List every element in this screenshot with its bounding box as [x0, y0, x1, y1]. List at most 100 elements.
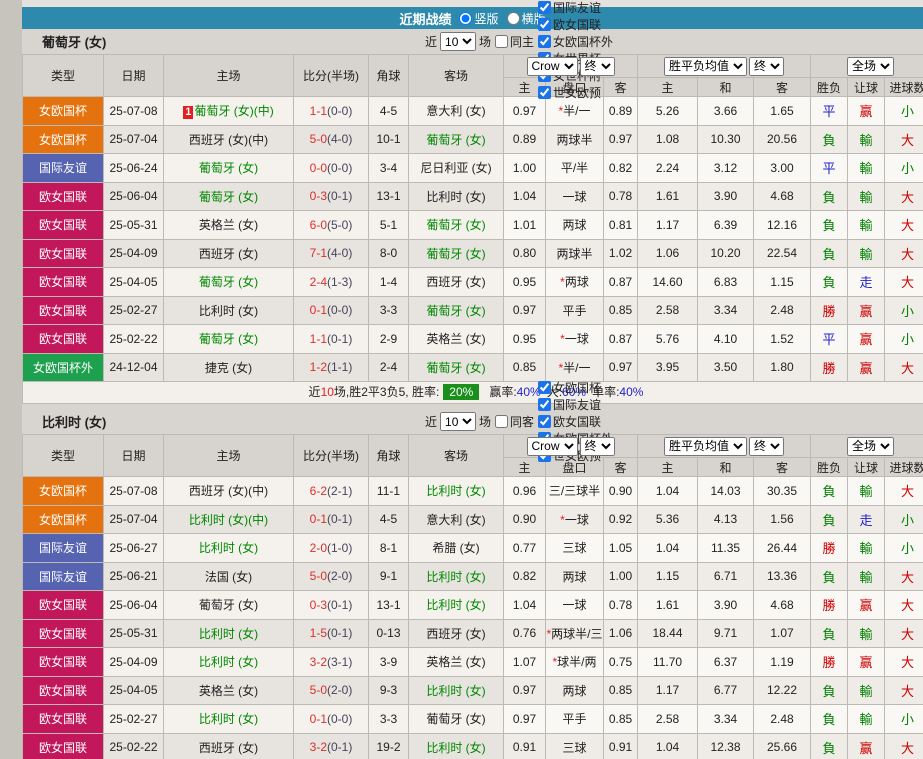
- result-goals: 小: [884, 533, 923, 563]
- crown-away-odds: 0.78: [602, 590, 639, 620]
- match-league: 女欧国杯: [22, 476, 104, 506]
- match-league: 欧女国联: [22, 238, 104, 268]
- result-wdl: 負: [810, 210, 849, 240]
- avg-away-odds: 2.48: [753, 704, 812, 734]
- match-row: 女欧国杯 25-07-08 西班牙 (女)(中) 6-2(2-1) 11-1 比…: [22, 476, 923, 506]
- avg-away-odds: 1.19: [753, 647, 812, 677]
- col-header-avg-away: 客: [753, 77, 812, 97]
- corner-score: 9-1: [368, 561, 409, 591]
- match-date: 25-06-04: [103, 590, 164, 620]
- odds-stage-select[interactable]: 终: [579, 436, 615, 456]
- odds-stage-select[interactable]: 终: [579, 56, 615, 76]
- crown-away-odds: 0.92: [602, 504, 639, 534]
- match-count-select[interactable]: 10: [440, 32, 477, 51]
- bookmaker-select[interactable]: Crow: [526, 436, 578, 456]
- crown-handicap: 三/三球半: [545, 476, 604, 506]
- avg-draw-odds: 3.90: [697, 590, 755, 620]
- wdl-avg-select[interactable]: 胜平负均值: [664, 436, 748, 456]
- fulltime-select[interactable]: 全场: [847, 56, 895, 76]
- corner-score: 3-3: [368, 295, 409, 325]
- wdl-avg-select[interactable]: 胜平负均值: [664, 56, 748, 76]
- home-team: 西班牙 (女)(中): [163, 124, 294, 154]
- match-score: 1-1(0-1): [293, 324, 369, 354]
- corner-score: 5-1: [368, 210, 409, 240]
- same-venue-label: 同客: [510, 415, 535, 429]
- league-filter-checkbox[interactable]: [538, 415, 552, 428]
- avg-away-odds: 26.44: [753, 533, 812, 563]
- corner-score: 13-1: [368, 181, 409, 211]
- result-wdl: 負: [810, 267, 849, 297]
- matches-label: 场: [479, 415, 492, 429]
- league-filter-checkbox[interactable]: [538, 18, 552, 31]
- league-filter[interactable]: 女欧国杯外: [537, 33, 613, 50]
- match-league: 欧女国联: [22, 295, 104, 325]
- avg-home-odds: 2.58: [637, 295, 699, 325]
- avg-home-odds: 2.24: [637, 153, 699, 183]
- league-filter-checkbox[interactable]: [538, 398, 552, 411]
- match-score: 1-1(0-0): [293, 96, 369, 126]
- result-goals: 大: [884, 732, 923, 759]
- match-league: 欧女国联: [22, 732, 104, 759]
- home-team: 西班牙 (女)(中): [163, 476, 294, 506]
- section-filter-bar: 葡萄牙 (女) 近 10 场 同主 女欧国杯国际友谊欧女国联女欧国杯外女世界杯女…: [22, 1, 923, 100]
- match-score: 3-2(3-1): [293, 647, 369, 677]
- result-handicap: 輸: [847, 124, 886, 154]
- match-score: 6-0(5-0): [293, 210, 369, 240]
- match-score: 2-0(1-0): [293, 533, 369, 563]
- col-header-home: 主场: [163, 54, 294, 97]
- home-team: 比利时 (女)(中): [163, 504, 294, 534]
- avg-home-odds: 3.95: [637, 352, 699, 382]
- league-filter[interactable]: 欧女国联: [537, 16, 613, 33]
- crown-home-odds: 1.04: [503, 590, 546, 620]
- avg-home-odds: 1.06: [637, 238, 699, 268]
- avg-home-odds: 5.36: [637, 504, 699, 534]
- league-filter-checkbox[interactable]: [538, 1, 552, 14]
- same-venue-filter[interactable]: 同主: [494, 33, 534, 50]
- same-venue-checkbox[interactable]: [495, 415, 509, 428]
- league-filter[interactable]: 女欧国杯: [537, 379, 613, 396]
- result-wdl: 負: [810, 181, 849, 211]
- result-goals: 大: [884, 675, 923, 705]
- same-venue-filter[interactable]: 同客: [494, 413, 534, 430]
- match-score: 0-3(0-1): [293, 181, 369, 211]
- league-filter[interactable]: 国际友谊: [537, 396, 613, 413]
- league-filter-checkbox[interactable]: [538, 35, 552, 48]
- avg-home-odds: 5.26: [637, 96, 699, 126]
- league-filter-checkbox[interactable]: [538, 86, 552, 99]
- avg-home-odds: 11.70: [637, 647, 699, 677]
- match-league: 欧女国联: [22, 210, 104, 240]
- avg-draw-odds: 4.10: [697, 324, 755, 354]
- avg-home-odds: 14.60: [637, 267, 699, 297]
- match-date: 25-06-24: [103, 153, 164, 183]
- near-label: 近: [425, 415, 438, 429]
- league-filter[interactable]: 国际友谊: [537, 0, 613, 16]
- match-count-select[interactable]: 10: [440, 412, 477, 431]
- avg-draw-odds: 6.37: [697, 647, 755, 677]
- match-row: 欧女国联 25-04-09 比利时 (女) 3-2(3-1) 3-9 英格兰 (…: [22, 647, 923, 677]
- avg-draw-odds: 11.35: [697, 533, 755, 563]
- avg-home-odds: 1.17: [637, 210, 699, 240]
- avg-draw-odds: 6.83: [697, 267, 755, 297]
- home-team: 英格兰 (女): [163, 210, 294, 240]
- league-filter-checkbox[interactable]: [538, 381, 552, 394]
- avg-away-odds: 1.07: [753, 618, 812, 648]
- fulltime-select[interactable]: 全场: [847, 436, 895, 456]
- crown-away-odds: 0.78: [602, 181, 639, 211]
- crown-handicap: 平/半: [545, 153, 604, 183]
- league-filter[interactable]: 欧女国联: [537, 413, 613, 430]
- same-venue-checkbox[interactable]: [495, 35, 509, 48]
- crown-handicap: *两球半/三: [545, 618, 604, 648]
- col-header-corner: 角球: [368, 434, 409, 477]
- avg-draw-odds: 3.50: [697, 352, 755, 382]
- home-team: 比利时 (女): [163, 704, 294, 734]
- avg-stage-select[interactable]: 终: [749, 436, 785, 456]
- avg-draw-odds: 3.34: [697, 704, 755, 734]
- result-goals: 大: [884, 210, 923, 240]
- avg-stage-select[interactable]: 终: [749, 56, 785, 76]
- match-row: 欧女国联 25-04-05 葡萄牙 (女) 2-4(1-3) 1-4 西班牙 (…: [22, 267, 923, 297]
- crown-away-odds: 1.02: [602, 238, 639, 268]
- home-team: 葡萄牙 (女): [163, 181, 294, 211]
- avg-away-odds: 1.80: [753, 352, 812, 382]
- same-venue-label: 同主: [510, 35, 535, 49]
- bookmaker-select[interactable]: Crow: [526, 56, 578, 76]
